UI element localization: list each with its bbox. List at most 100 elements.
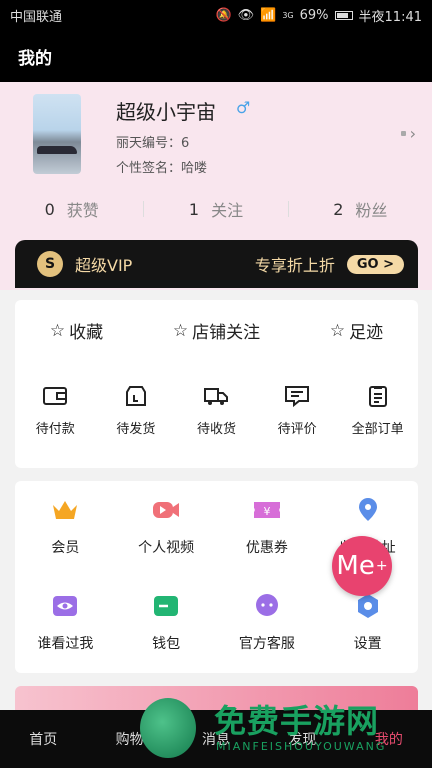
tab-discover[interactable]: 发现 — [259, 710, 345, 768]
footprint-label: 足迹 — [349, 323, 384, 343]
battery-percent: 69% — [299, 7, 329, 23]
service-settings[interactable]: 设置 — [317, 591, 418, 653]
comment-icon — [285, 386, 310, 408]
signature-row: 个性签名：哈喽 — [116, 157, 207, 176]
clipboard-icon — [368, 386, 387, 407]
wifi-icon: 📶 — [260, 7, 277, 23]
service-label: 优惠券 — [245, 540, 288, 556]
order-pending-shipment[interactable]: 待发货 — [96, 384, 177, 437]
stat-fans[interactable]: 2 粉丝 — [289, 194, 432, 224]
battery-icon — [334, 10, 353, 20]
user-id-row: 丽天编号：6 — [116, 132, 189, 151]
service-support[interactable]: 官方客服 — [217, 591, 318, 653]
carrier-label: 中国联通 — [10, 9, 63, 25]
top-bar: 我的 — [0, 30, 432, 82]
stat-count: 2 — [333, 199, 344, 219]
favorites-row: ☆ 收藏 ☆ 店铺关注 ☆ 足迹 — [15, 318, 418, 344]
signal-label: 3G — [282, 10, 294, 20]
video-icon — [153, 502, 180, 518]
order-label: 待收货 — [196, 422, 236, 437]
order-label: 待付款 — [35, 422, 75, 437]
star-icon: ☆ — [329, 320, 346, 341]
orders-card: ☆ 收藏 ☆ 店铺关注 ☆ 足迹 待付款 待发货 待收货 待评价 全部订单 — [15, 300, 418, 468]
user-id-label: 丽天编号： — [116, 136, 182, 151]
service-label: 官方客服 — [238, 636, 295, 652]
clock: 半夜11:41 — [358, 9, 422, 25]
service-label: 设置 — [353, 636, 382, 652]
box-icon — [125, 386, 146, 406]
service-label: 个人视频 — [138, 540, 195, 556]
car-image — [37, 146, 77, 154]
chat-icon — [255, 594, 278, 616]
order-all[interactable]: 全部订单 — [337, 384, 418, 437]
profile-arrow[interactable]: › — [400, 124, 416, 143]
orders-row: 待付款 待发货 待收货 待评价 全部订单 — [15, 384, 418, 437]
stat-following[interactable]: 1 关注 — [144, 194, 287, 224]
service-label: 会员 — [51, 540, 80, 556]
wallet-icon — [43, 387, 68, 405]
stat-label: 获赞 — [66, 201, 99, 220]
service-member[interactable]: 会员 — [15, 495, 116, 557]
star-icon: ☆ — [49, 320, 66, 341]
services-row-2: 谁看过我 钱包 官方客服 设置 — [15, 591, 418, 653]
svg-text:¥: ¥ — [263, 505, 270, 518]
float-plus: + — [375, 558, 388, 574]
vip-title: 超级VIP — [75, 256, 133, 275]
tab-mine[interactable]: 我的 — [346, 710, 432, 768]
me-plus-float-button[interactable]: Me + — [332, 536, 392, 596]
stat-count: 1 — [188, 199, 200, 219]
stat-likes[interactable]: 0 获赞 — [0, 194, 143, 224]
service-label: 钱包 — [152, 636, 181, 652]
shop-follow-label: 店铺关注 — [192, 323, 261, 343]
wallet-icon — [154, 596, 179, 616]
vip-go-button[interactable]: GO > — [346, 254, 404, 274]
tab-messages[interactable]: 消息 — [173, 710, 259, 768]
tab-shopping[interactable]: 购物 — [86, 710, 172, 768]
promo-banner[interactable] — [15, 686, 418, 710]
vip-badge-icon: S — [37, 251, 63, 277]
stats-row: 0 获赞 1 关注 2 粉丝 — [0, 194, 432, 224]
service-viewers[interactable]: 谁看过我 — [15, 591, 116, 653]
order-pending-review[interactable]: 待评价 — [257, 384, 338, 437]
user-id-value: 6 — [181, 136, 190, 151]
signature-value: 哈喽 — [181, 161, 208, 176]
order-label: 待发货 — [116, 422, 156, 437]
eye-status-icon: 👁 — [237, 7, 255, 23]
service-wallet[interactable]: 钱包 — [116, 591, 217, 653]
signature-label: 个性签名： — [116, 161, 182, 176]
bottom-tab-bar: 首页 购物 消息 发现 我的 — [0, 710, 432, 768]
coupon-icon: ¥ — [253, 502, 280, 518]
star-icon: ☆ — [172, 320, 189, 341]
footprint-item[interactable]: ☆ 足迹 — [329, 318, 384, 344]
eye-icon — [53, 596, 78, 616]
status-bar: 中国联通 🔕 👁 📶 3G 69% 半夜11:41 — [0, 0, 432, 30]
stat-label: 粉丝 — [355, 201, 388, 220]
order-pending-receipt[interactable]: 待收货 — [176, 384, 257, 437]
tab-home[interactable]: 首页 — [0, 710, 86, 768]
order-label: 全部订单 — [351, 422, 404, 437]
service-video[interactable]: 个人视频 — [116, 495, 217, 557]
status-right: 🔕 👁 📶 3G 69% 半夜11:41 — [215, 6, 422, 25]
avatar[interactable] — [33, 94, 81, 174]
stat-count: 0 — [44, 199, 55, 219]
truck-icon — [204, 388, 229, 405]
favorites-label: 收藏 — [69, 323, 104, 343]
favorites-item[interactable]: ☆ 收藏 — [49, 318, 104, 344]
service-label: 谁看过我 — [37, 636, 94, 652]
page-title: 我的 — [18, 48, 52, 69]
order-label: 待评价 — [277, 422, 317, 437]
order-pending-payment[interactable]: 待付款 — [15, 384, 96, 437]
shop-follow-item[interactable]: ☆ 店铺关注 — [172, 318, 261, 344]
service-coupon[interactable]: ¥ 优惠券 — [217, 495, 318, 557]
male-icon: ♂ — [236, 98, 251, 117]
float-label: Me — [336, 551, 375, 581]
crown-icon — [53, 501, 78, 519]
vip-banner[interactable]: S 超级VIP 专享折上折 GO > — [15, 240, 418, 288]
user-name: 超级小宇宙 — [116, 100, 216, 124]
location-icon — [358, 498, 377, 521]
mute-icon: 🔕 — [215, 7, 232, 23]
stat-label: 关注 — [211, 201, 244, 220]
chevron-right-icon: › — [409, 124, 416, 143]
vip-offer: 专享折上折 — [254, 256, 335, 275]
qr-dot-icon — [400, 131, 406, 136]
